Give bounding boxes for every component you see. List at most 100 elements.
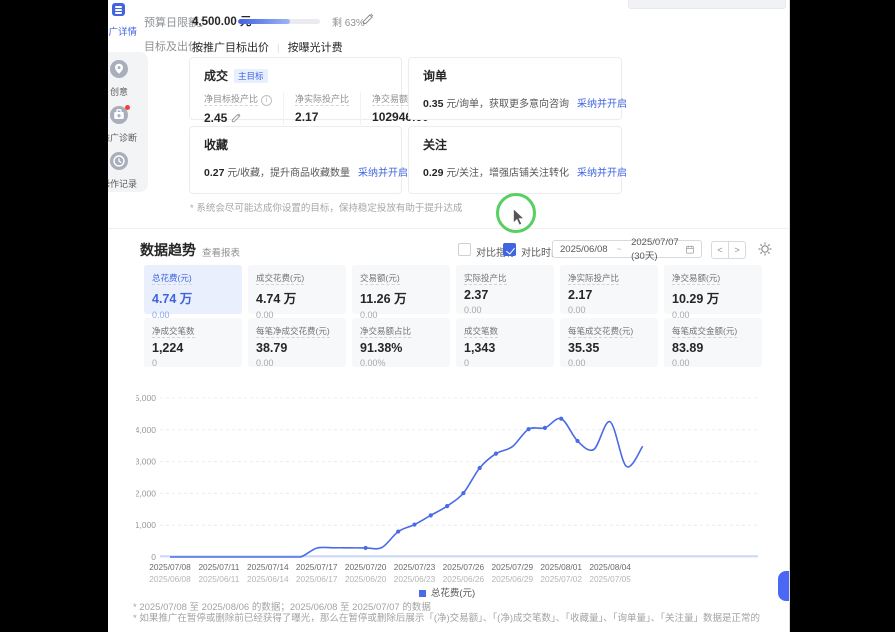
metric-compare-value: 0.00	[568, 358, 650, 368]
metric-card-2[interactable]: 成交花费(元)4.74 万0.00	[248, 265, 346, 314]
compare-metric-checkbox[interactable]	[458, 243, 471, 256]
prev-period-button[interactable]: <	[711, 241, 729, 259]
metric-label-text: 每笔成交花费(元)	[568, 326, 633, 338]
metric-label: 交易额(元)	[360, 272, 442, 284]
goal-metric: 净目标投产比i2.45	[204, 92, 283, 125]
metric-label: 每笔净成交花费(元)	[256, 325, 338, 337]
sidebar-item-label: 推广详情	[108, 24, 140, 38]
sidebar-item-1[interactable]: 创意	[108, 60, 148, 98]
data-point-marker	[559, 417, 563, 421]
metric-compare-value: 0	[464, 358, 546, 368]
metric-cards: 总花费(元)4.74 万0.00成交花费(元)4.74 万0.00交易额(元)1…	[144, 265, 762, 367]
metric-label-text: 净交易额占比	[360, 326, 411, 338]
data-point-marker	[445, 504, 449, 508]
sidebar-item-2[interactable]: 推广诊断	[108, 106, 148, 144]
compare-time-checkbox[interactable]	[503, 243, 516, 256]
x-tick-label-current: 2025/07/08	[149, 562, 191, 572]
metric-label: 实际投产比	[464, 272, 546, 284]
data-point-marker	[429, 513, 433, 517]
date-separator: ~	[617, 244, 623, 255]
metric-label-text: 净实际投产比	[568, 273, 619, 285]
x-tick-label-current: 2025/07/11	[198, 562, 239, 572]
mouse-cursor-icon	[512, 208, 526, 226]
sidebar-item-label: 推广诊断	[108, 131, 148, 144]
primary-goal-badge: 主目标	[234, 69, 268, 83]
adopt-and-enable-link[interactable]: 采纳并开启	[577, 99, 627, 110]
x-tick-label-compare: 2025/06/08	[149, 574, 191, 584]
x-tick-label-current: 2025/07/23	[394, 562, 436, 572]
x-tick-label-compare: 2025/07/05	[589, 574, 631, 584]
goal-card-关注: 关注0.29 元/关注，增强店铺关注转化采纳并开启	[408, 126, 622, 194]
sidebar-item-3[interactable]: 操作记录	[108, 152, 148, 190]
data-point-marker	[412, 522, 416, 526]
x-tick-label-current: 2025/08/04	[589, 562, 631, 572]
metric-value: 91.38%	[360, 341, 442, 355]
metric-label-text: 实际投产比	[464, 273, 507, 285]
info-icon[interactable]: i	[261, 95, 272, 106]
adopt-and-enable-link[interactable]: 采纳并开启	[358, 168, 408, 179]
settings-gear-icon[interactable]	[758, 242, 772, 256]
bidding-option-exposure[interactable]: 按曝光计费	[288, 42, 343, 54]
legend-swatch	[419, 590, 426, 597]
data-point-marker	[494, 452, 498, 456]
sidebar-nav: 创意推广诊断操作记录	[108, 52, 148, 192]
goal-card-description: 0.29 元/关注，增强店铺关注转化采纳并开启	[423, 164, 607, 179]
x-tick-label-compare: 2025/06/23	[394, 574, 436, 584]
metric-card-6[interactable]: 净交易额(元)10.29 万0.00	[664, 265, 762, 314]
metric-label-text: 每笔成交金额(元)	[672, 326, 737, 338]
view-report-link[interactable]: 查看报表	[202, 245, 240, 259]
metric-card-3[interactable]: 交易额(元)11.26 万0.00	[352, 265, 450, 314]
x-tick-label-compare: 2025/06/17	[296, 574, 338, 584]
metric-label-text: 成交笔数	[464, 326, 498, 338]
suggested-price: 0.27	[204, 167, 224, 179]
main-panel: 推广详情 创意推广诊断操作记录 预算日限额： 4,500.00 元 剩 63% …	[108, 0, 790, 632]
date-range-picker[interactable]: 2025/06/08 ~ 2025/07/07 (30天)	[552, 240, 702, 258]
date-pager: <>	[711, 240, 746, 259]
metric-card-8[interactable]: 每笔净成交花费(元)38.790.00	[248, 318, 346, 367]
y-tick-label: 0	[151, 552, 156, 562]
metric-card-10[interactable]: 成交笔数1,3430	[456, 318, 554, 367]
metric-label-text: 净交易额(元)	[672, 273, 720, 285]
y-tick-label: 3,000	[136, 457, 156, 467]
metric-value: 10.29 万	[672, 288, 754, 307]
floating-side-button[interactable]	[778, 571, 790, 601]
legend-label: 总花费(元)	[431, 588, 475, 599]
metric-value: 2.37	[464, 288, 546, 302]
data-point-marker	[396, 529, 400, 533]
edit-roi-icon[interactable]	[231, 113, 241, 123]
metric-label: 总花费(元)	[152, 272, 234, 284]
data-point-marker	[461, 491, 465, 495]
data-point-marker	[364, 546, 368, 550]
bidding-option-goal[interactable]: 按推广目标出价	[192, 42, 269, 54]
edit-budget-icon[interactable]	[362, 13, 374, 25]
sidebar-item-label: 创意	[108, 85, 148, 98]
suggested-price: 0.35	[423, 98, 443, 110]
sidebar-item-promo-detail[interactable]: 推广详情	[108, 3, 140, 38]
metric-compare-value: 0	[152, 358, 234, 368]
pin-icon	[110, 60, 128, 78]
budget-progress-bar	[238, 19, 320, 24]
metric-compare-value: 0.00	[568, 305, 650, 315]
main-series-line	[170, 418, 643, 557]
goal-metric-label: 净实际投产比	[295, 92, 349, 105]
trend-title: 数据趋势	[140, 240, 196, 260]
data-point-marker	[478, 466, 482, 470]
metric-label: 净交易额占比	[360, 325, 442, 337]
calendar-icon	[686, 244, 694, 255]
metric-card-11[interactable]: 每笔成交花费(元)35.350.00	[560, 318, 658, 367]
option-divider: |	[277, 43, 280, 54]
suggested-price: 0.29	[423, 167, 443, 179]
metric-card-7[interactable]: 净成交笔数1,2240	[144, 318, 242, 367]
metric-card-9[interactable]: 净交易额占比91.38%0.00%	[352, 318, 450, 367]
trend-line-chart: 01,0002,0003,0004,0005,0002025/07/082025…	[136, 386, 776, 598]
adopt-and-enable-link[interactable]: 采纳并开启	[577, 168, 627, 179]
top-toolbar-remnant	[628, 0, 786, 9]
metric-card-4[interactable]: 实际投产比2.370.00	[456, 265, 554, 314]
metric-card-5[interactable]: 净实际投产比2.170.00	[560, 265, 658, 314]
next-period-button[interactable]: >	[728, 241, 746, 259]
metric-card-12[interactable]: 每笔成交金额(元)83.890.00	[664, 318, 762, 367]
metric-card-1[interactable]: 总花费(元)4.74 万0.00	[144, 265, 242, 314]
y-tick-label: 5,000	[136, 393, 156, 403]
x-tick-label-current: 2025/07/26	[443, 562, 485, 572]
goal-card-成交: 成交主目标净目标投产比i2.45 净实际投产比2.17净交易额(元)102946…	[189, 57, 402, 120]
